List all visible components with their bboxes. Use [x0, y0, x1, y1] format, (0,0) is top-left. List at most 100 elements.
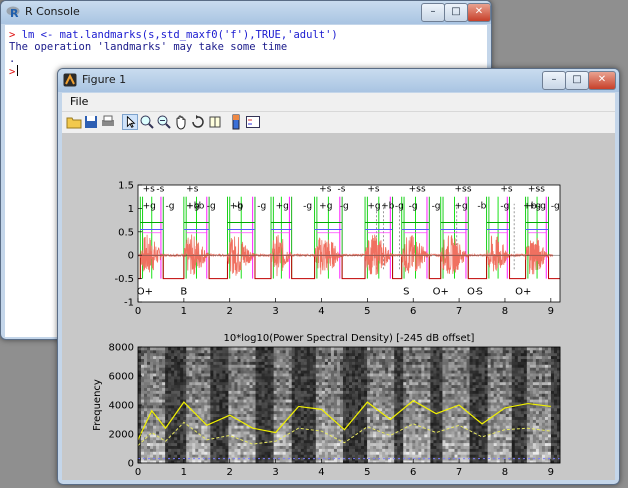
spectrogram-cell: [345, 431, 350, 435]
legend-icon[interactable]: [245, 114, 261, 130]
figure-minimize-button[interactable]: –: [542, 71, 566, 90]
spectrogram-cell: [216, 445, 220, 449]
spectrogram-cell: [466, 364, 470, 368]
spectrogram-cell: [496, 390, 501, 394]
spectrogram-cell: [436, 405, 440, 409]
spectrogram-cell: [391, 439, 395, 444]
spectrogram-cell: [457, 352, 461, 357]
spectrogram-cell: [291, 364, 296, 368]
spectrogram-cell: [339, 347, 344, 351]
spectrogram-cell: [279, 399, 284, 403]
figure-close-button[interactable]: ✕: [588, 71, 616, 90]
spectrogram-cell: [189, 347, 193, 351]
spectrogram-cell: [342, 436, 347, 441]
spectrogram-cell: [460, 361, 464, 365]
figure-window[interactable]: Figure 1 – □ ✕ File 0 1 2 3 4 5 6 7 8 9 …: [57, 68, 620, 485]
maximize-button[interactable]: □: [444, 3, 468, 22]
menu-file[interactable]: File: [70, 95, 88, 108]
spectrogram-cell: [282, 358, 287, 362]
colorbar-icon[interactable]: [228, 114, 244, 130]
spectrogram-cell: [397, 436, 401, 441]
rotate-icon[interactable]: [190, 114, 206, 130]
spectrogram-cell: [312, 431, 317, 435]
spectrogram-cell: [216, 393, 220, 397]
spectrogram-cell: [186, 413, 190, 417]
spectrogram-cell: [153, 381, 157, 386]
open-icon[interactable]: [66, 114, 82, 130]
spectrogram-cell: [165, 434, 169, 438]
spectrogram-cell: [255, 393, 259, 397]
spectrogram-cell: [454, 442, 458, 446]
spectrogram-cell: [463, 393, 467, 397]
spectrogram-cell: [210, 442, 214, 446]
spectrogram-cell: [264, 396, 269, 400]
spectrogram-cell: [439, 405, 443, 409]
spectrogram-cell: [165, 431, 169, 435]
spectrogram-cell: [481, 396, 486, 400]
spectrogram-cell: [165, 448, 169, 452]
spectrogram-cell: [270, 390, 275, 394]
spectrogram-cell: [457, 419, 461, 423]
spectrogram-cell: [297, 436, 302, 441]
spectrogram-cell: [153, 407, 157, 412]
close-button[interactable]: ✕: [467, 3, 491, 22]
spectrogram-cell: [282, 428, 287, 432]
spectrogram-cell: [370, 364, 374, 368]
spectrogram-cell: [276, 358, 281, 362]
spectrogram-cell: [379, 442, 383, 446]
spectrogram-cell: [138, 381, 142, 386]
figure-titlebar[interactable]: Figure 1 – □ ✕: [58, 69, 619, 92]
spectrogram-cell: [207, 413, 211, 417]
spectrogram-cell: [282, 355, 287, 359]
data-cursor-icon[interactable]: [207, 114, 223, 130]
spectrogram-axes[interactable]: 10*log10(Power Spectral Density) [-245 d…: [92, 333, 561, 484]
spectrogram-cell: [463, 451, 467, 455]
spectrogram-cell: [382, 396, 386, 400]
spectrogram-cell: [228, 367, 232, 371]
spectrogram-cell: [421, 416, 425, 420]
spectrogram-cell: [355, 361, 359, 365]
spectrogram-cell: [138, 355, 142, 359]
spectrogram-cell: [388, 384, 392, 388]
spectrogram-cell: [349, 407, 353, 412]
spectrogram-cell: [279, 358, 284, 362]
console-command: lm <- mat.landmarks(s,std_maxf0('f'),TRU…: [21, 29, 338, 41]
spectrogram-cell: [358, 393, 362, 397]
spectrogram-cell: [258, 390, 262, 394]
spectrogram-cell: [460, 352, 464, 357]
pointer-icon[interactable]: [122, 114, 138, 130]
spectrogram-cell: [201, 405, 205, 409]
spectrogram-cell: [177, 352, 181, 357]
spectrogram-cell: [412, 364, 416, 368]
waveform-axes[interactable]: 0 1 2 3 4 5 6 7 8 9-1-0.500.511.5 +s+g-s-g+s+g+b-…: [114, 181, 561, 318]
pan-icon[interactable]: [173, 114, 189, 130]
spectrogram-cell: [336, 431, 341, 435]
save-icon[interactable]: [83, 114, 99, 130]
zoom-in-icon[interactable]: [139, 114, 155, 130]
spectrogram-cell: [258, 352, 262, 357]
spectrogram-cell: [333, 425, 338, 429]
spectrogram-cell: [427, 448, 431, 452]
spectrogram-cell: [364, 442, 368, 446]
figure-maximize-button[interactable]: □: [565, 71, 589, 90]
spectrogram-cell: [294, 352, 299, 357]
spectrogram-cell: [472, 439, 476, 444]
spectrogram-cell: [318, 454, 323, 458]
spectrogram-cell: [237, 407, 241, 412]
zoom-out-icon[interactable]: [156, 114, 172, 130]
print-icon[interactable]: [100, 114, 116, 130]
spectrogram-cell: [439, 376, 443, 380]
spectrogram-cell: [418, 413, 422, 417]
spectrogram-cell: [466, 434, 470, 438]
spectrogram-cell: [397, 373, 401, 377]
spectrogram-cell: [415, 370, 419, 374]
spectrogram-cell: [288, 352, 293, 357]
r-console-titlebar[interactable]: R R Console – □ ✕: [1, 1, 491, 24]
spectrogram-cell: [204, 448, 208, 452]
spectrogram-cell: [264, 399, 269, 403]
spectrogram-cell: [403, 451, 407, 455]
spectrogram-cell: [207, 387, 211, 391]
minimize-button[interactable]: –: [421, 3, 445, 22]
spectrogram-cell: [349, 425, 353, 429]
spectrogram-cell: [382, 442, 386, 446]
